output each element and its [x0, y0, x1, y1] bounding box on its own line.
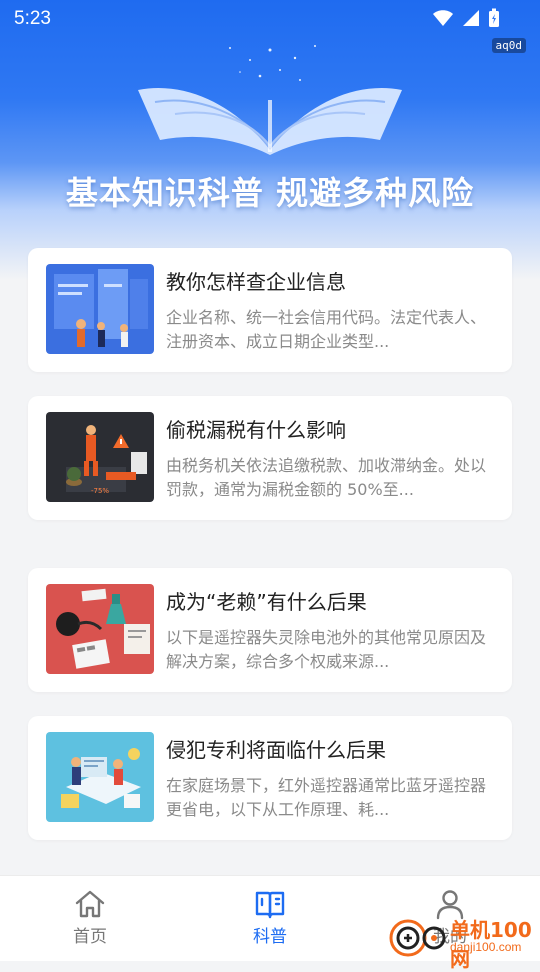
article-title: 偷税漏税有什么影响: [166, 418, 346, 442]
article-thumbnail: [46, 584, 154, 674]
article-summary: 企业名称、统一社会信用代码。法定代表人、注册资本、成立日期企业类型...: [166, 308, 487, 351]
article-title: 教你怎样查企业信息: [166, 270, 346, 294]
status-bar: 5:23: [0, 0, 540, 38]
article-title: 侵犯专利将面临什么后果: [166, 738, 386, 762]
article-summary: 以下是遥控器失灵除电池外的其他常见原因及解决方案，综合多个权威来源...: [166, 628, 487, 671]
open-book-illustration: [138, 45, 402, 155]
article-card[interactable]: 教你怎样查企业信息 企业名称、统一社会信用代码。法定代表人、注册资本、成立日期企…: [28, 248, 512, 372]
status-time: 5:23: [14, 8, 51, 29]
signal-icon: [463, 10, 479, 26]
debug-badge: aq0d: [491, 38, 526, 53]
tab-label: 科普: [253, 927, 287, 947]
tab-home[interactable]: 首页: [40, 888, 140, 947]
article-card[interactable]: 侵犯专利将面临什么后果 在家庭场景下，红外遥控器通常比蓝牙遥控器更省电，以下从工…: [28, 716, 512, 840]
article-card[interactable]: -75% 偷税漏税有什么影响 由税务机关依法追缴税款、加收滞纳金。处以罚款，通常…: [28, 396, 512, 520]
article-summary: 在家庭场景下，红外遥控器通常比蓝牙遥控器更省电，以下从工作原理、耗...: [166, 776, 487, 819]
svg-text:-75%: -75%: [91, 487, 109, 495]
book-icon: [255, 891, 285, 919]
article-summary: 由税务机关依法追缴税款、加收滞纳金。处以罚款，通常为漏税金额的 50%至...: [166, 456, 487, 499]
tab-label: 首页: [73, 927, 107, 947]
tab-science[interactable]: 科普: [220, 888, 320, 947]
article-thumbnail: -75%: [46, 412, 154, 502]
status-icons: [432, 8, 500, 28]
hero-title: 基本知识科普 规避多种风险: [65, 174, 475, 212]
home-icon: [75, 890, 105, 918]
article-card[interactable]: 成为“老赖”有什么后果 以下是遥控器失灵除电池外的其他常见原因及解决方案，综合多…: [28, 568, 512, 692]
battery-icon: [489, 8, 499, 27]
hero-banner: 基本知识科普 规避多种风险: [0, 0, 540, 280]
watermark-url: danji100.com: [450, 940, 522, 954]
wifi-icon: [433, 10, 453, 26]
article-thumbnail: [46, 732, 154, 822]
article-title: 成为“老赖”有什么后果: [166, 590, 367, 614]
site-watermark: 单机100网 danji100.com: [388, 912, 538, 971]
article-thumbnail: [46, 264, 154, 354]
watermark-logo-icon: [389, 919, 446, 957]
